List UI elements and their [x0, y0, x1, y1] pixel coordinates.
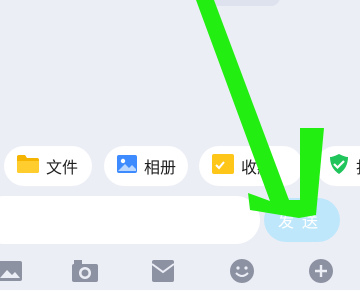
- chat-screen: 文件 相册 收藏 发送: [0, 0, 360, 290]
- quick-action-file[interactable]: 文件: [4, 146, 92, 186]
- favorites-folder-icon: [211, 153, 235, 179]
- image-icon[interactable]: [0, 254, 28, 288]
- quick-action-label: 打: [356, 154, 360, 178]
- shield-check-icon: [328, 153, 350, 179]
- camera-icon[interactable]: [67, 254, 103, 288]
- envelope-icon[interactable]: [145, 254, 181, 288]
- annotation-arrow: [196, 0, 324, 218]
- quick-action-label: 相册: [144, 158, 177, 177]
- quick-action-label: 收藏: [241, 158, 274, 177]
- quick-action-bar: 文件 相册 收藏: [0, 146, 360, 190]
- quick-action-album[interactable]: 相册: [104, 146, 188, 186]
- quick-action-favorites[interactable]: 收藏: [199, 146, 303, 186]
- message-bubble: [200, 0, 280, 6]
- quick-action-more[interactable]: 打: [316, 146, 360, 186]
- emoji-icon[interactable]: [224, 254, 260, 288]
- send-button[interactable]: 发送: [264, 198, 340, 242]
- bottom-toolbar: [0, 254, 360, 290]
- plus-icon[interactable]: [303, 254, 339, 288]
- image-icon: [116, 154, 138, 178]
- message-input[interactable]: [0, 196, 260, 244]
- quick-action-label: 文件: [46, 158, 79, 177]
- folder-icon: [16, 154, 40, 178]
